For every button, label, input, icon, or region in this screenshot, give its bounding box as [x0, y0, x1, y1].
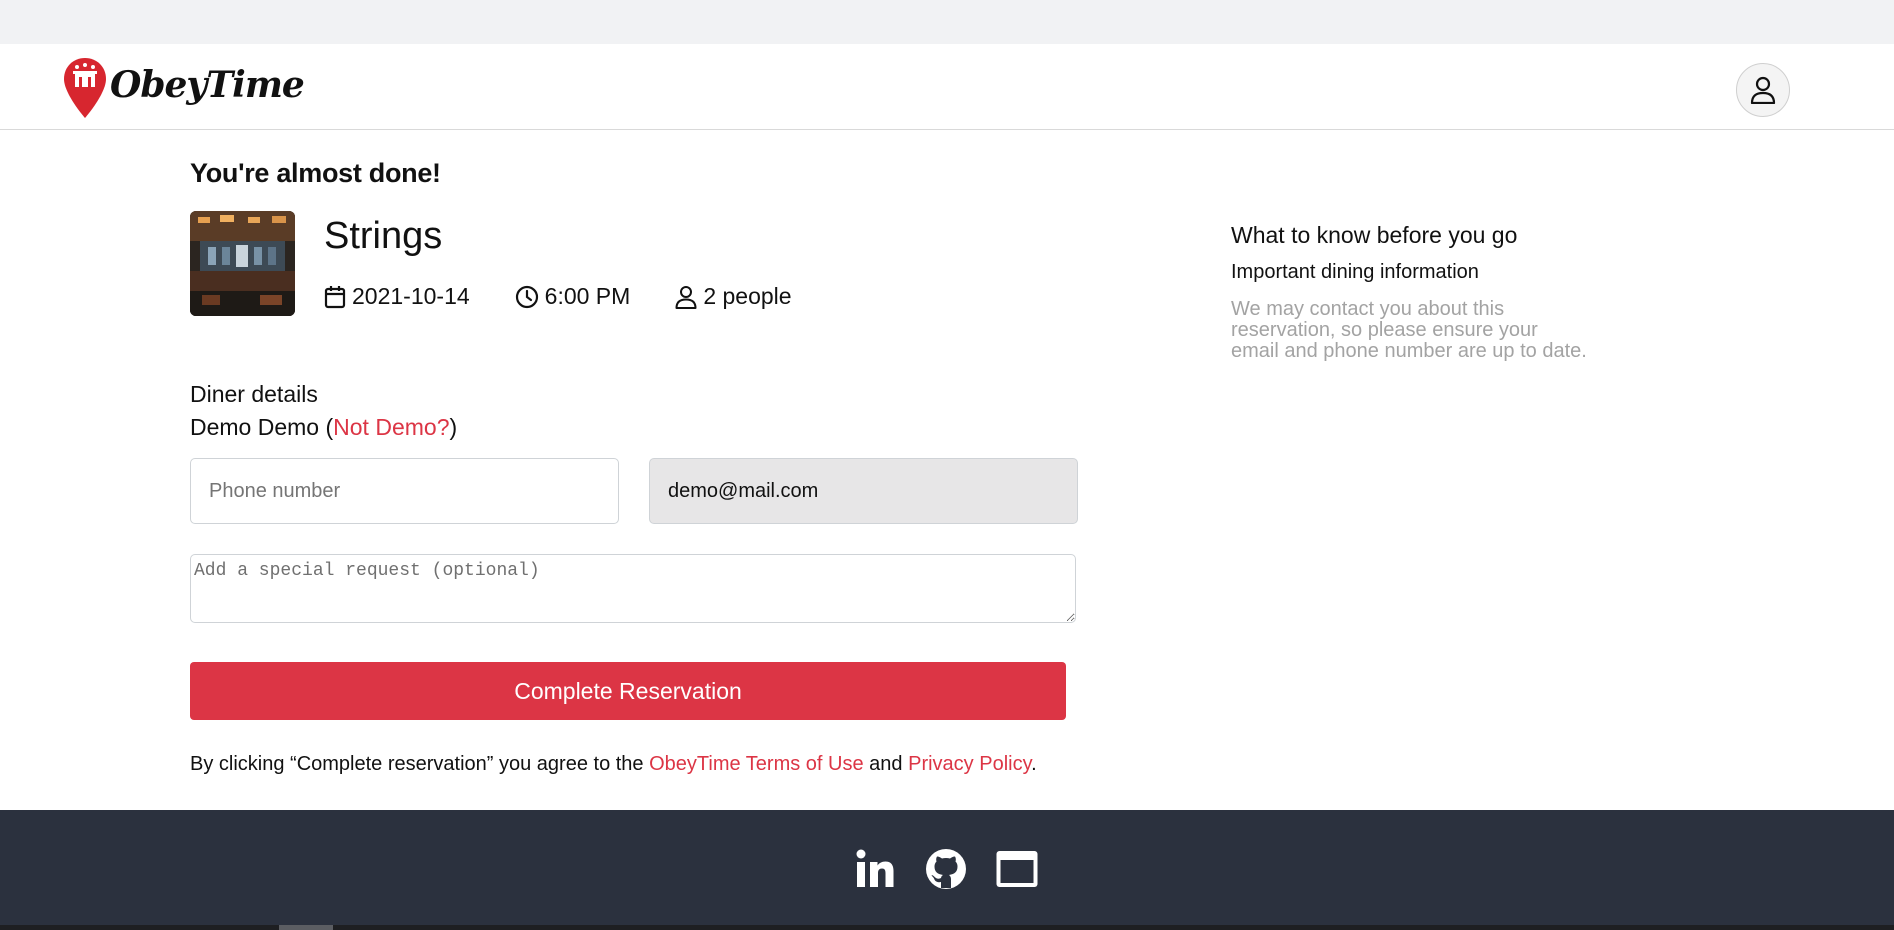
phone-number-input[interactable] — [190, 458, 619, 524]
reservation-time: 6:00 PM — [515, 283, 631, 310]
github-icon[interactable] — [923, 846, 969, 892]
person-icon — [675, 285, 697, 309]
linkedin-icon[interactable] — [852, 846, 898, 892]
browser-top-strip — [0, 0, 1894, 44]
reservation-date: 2021-10-14 — [324, 283, 470, 310]
diner-name-suffix: ) — [449, 414, 458, 440]
taskbar-active-item — [279, 925, 333, 930]
reservation-party: 2 people — [675, 283, 792, 310]
site-header: ObeyTime — [0, 44, 1894, 130]
sidebar-subheading: Important dining information — [1231, 261, 1479, 283]
page-heading: You're almost done! — [190, 158, 441, 188]
terms-suffix: . — [1031, 753, 1037, 775]
terms-notice: By clicking “Complete reservation” you a… — [190, 753, 1037, 776]
privacy-policy-link[interactable]: Privacy Policy — [908, 753, 1031, 775]
sidebar-info-text: We may contact you about this reservatio… — [1231, 298, 1587, 362]
restaurant-photo — [190, 211, 295, 316]
diner-details-heading: Diner details — [190, 381, 318, 407]
email-input[interactable] — [649, 458, 1078, 524]
location-pin-icon — [64, 58, 106, 118]
calendar-icon — [324, 285, 346, 308]
terms-prefix: By clicking “Complete reservation” you a… — [190, 753, 650, 775]
browser-window-icon[interactable] — [994, 846, 1040, 892]
site-footer — [0, 810, 1894, 930]
special-request-textarea[interactable] — [190, 554, 1076, 623]
clock-icon — [515, 285, 538, 308]
user-menu-button[interactable] — [1736, 63, 1790, 117]
user-icon — [1750, 76, 1776, 104]
sidebar-heading: What to know before you go — [1231, 222, 1518, 248]
reservation-party-text: 2 people — [703, 283, 792, 309]
footer-social-links — [852, 846, 1040, 892]
brand-name: ObeyTime — [110, 64, 305, 106]
diner-name: Demo Demo ( — [190, 414, 334, 440]
not-user-link[interactable]: Not Demo? — [333, 414, 449, 440]
diner-name-line: Demo Demo (Not Demo?) — [190, 414, 457, 441]
terms-of-use-link[interactable]: ObeyTime Terms of Use — [649, 753, 864, 775]
complete-reservation-button[interactable]: Complete Reservation — [190, 662, 1066, 720]
restaurant-name: Strings — [324, 215, 443, 257]
terms-middle: and — [863, 753, 909, 775]
reservation-time-text: 6:00 PM — [544, 283, 631, 309]
brand-logo[interactable]: ObeyTime — [62, 56, 305, 120]
reservation-main: You're almost done! Strings 2021-10-14 6… — [0, 131, 1894, 810]
reservation-summary: 2021-10-14 6:00 PM 2 people — [324, 283, 792, 310]
reservation-date-text: 2021-10-14 — [352, 283, 470, 309]
